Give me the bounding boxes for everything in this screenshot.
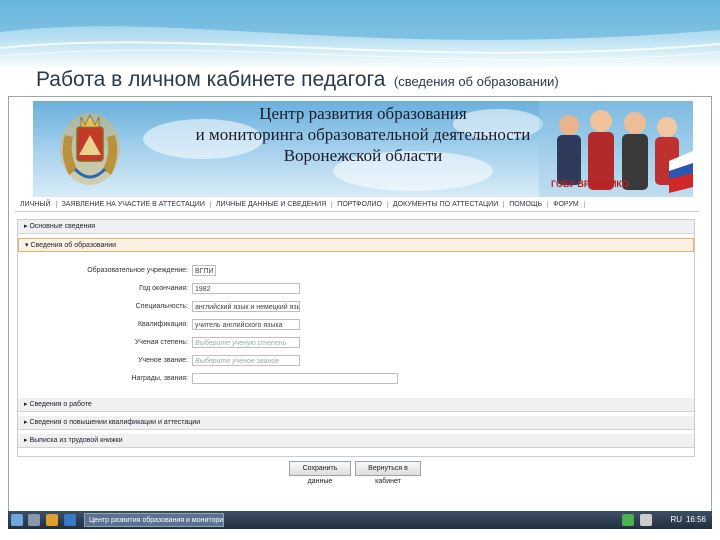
form-row-year: Год окончания: 1982 <box>18 282 694 296</box>
banner-line-1: Центр развития образования <box>259 104 467 123</box>
section-label: Сведения о повышении квалификации и атте… <box>29 419 201 426</box>
qualification-field[interactable]: учитель английского языка <box>192 319 300 330</box>
clock: 16:56 <box>685 515 706 524</box>
section-work[interactable]: ▸ Сведения о работе <box>18 398 694 412</box>
folder-icon[interactable] <box>46 514 58 526</box>
nav-item-portfolio[interactable]: ПОРТФОЛИО <box>332 200 388 208</box>
form-row-specialty: Специальность: английский язык и немецки… <box>18 300 694 314</box>
section-label: Основные сведения <box>29 223 96 230</box>
banner-line-3: Воронежской области <box>283 146 443 165</box>
language-indicator[interactable]: RU <box>670 515 682 524</box>
slide-title-main: Работа в личном кабинете педагога <box>36 68 386 91</box>
section-label: Сведения об образовании <box>30 242 117 249</box>
site-banner: Центр развития образования и мониторинга… <box>33 101 693 197</box>
top-navigation: ЛИЧНЫЙ ЗАЯВЛЕНИЕ НА УЧАСТИЕ В АТТЕСТАЦИИ… <box>15 197 699 212</box>
show-desktop-icon[interactable] <box>28 514 40 526</box>
nav-item-help[interactable]: ПОМОЩЬ <box>504 200 549 208</box>
section-qualification[interactable]: ▸ Сведения о повышении квалификации и ат… <box>18 416 694 430</box>
form-row-institution: Образовательное учреждение: ВГПИ <box>18 264 694 278</box>
taskbar-window-button[interactable]: Центр развития образования и мониторинга <box>84 513 224 527</box>
section-label: Выписка из трудовой книжки <box>29 437 123 444</box>
accordion-panel: ▸ Основные сведения ▾ Сведения об образо… <box>17 219 695 457</box>
os-taskbar: Центр развития образования и мониторинга… <box>8 511 712 529</box>
banner-line-2: и мониторинга образовательной деятельнос… <box>195 125 531 144</box>
form-row-title: Ученое звание: Выберите ученое звание <box>18 354 694 368</box>
start-icon[interactable] <box>11 514 23 526</box>
title-select[interactable]: Выберите ученое звание <box>192 355 300 366</box>
degree-select[interactable]: Выберите ученую степень <box>192 337 300 348</box>
slide-title: Работа в личном кабинете педагога (сведе… <box>36 68 716 94</box>
return-button[interactable]: Вернуться в кабинет <box>355 461 421 485</box>
nav-item-personal-data[interactable]: ЛИЧНЫЕ ДАННЫЕ И СВЕДЕНИЯ <box>211 200 333 208</box>
tray-volume-icon[interactable] <box>640 514 652 526</box>
qualification-label: Квалификация: <box>137 321 188 328</box>
institution-field[interactable]: ВГПИ <box>192 265 216 276</box>
awards-field[interactable] <box>192 373 398 384</box>
section-label: Сведения о работе <box>29 401 92 408</box>
nav-item-personal[interactable]: ЛИЧНЫЙ <box>15 200 57 208</box>
banner-text: Центр развития образования и мониторинга… <box>173 103 553 166</box>
year-label: Год окончания: <box>139 285 188 292</box>
section-employment-record[interactable]: ▸ Выписка из трудовой книжки <box>18 434 694 448</box>
specialty-label: Специальность: <box>135 303 188 310</box>
title-label: Ученое звание: <box>138 357 188 364</box>
browser-screenshot: Центр развития образования и мониторинга… <box>8 96 712 512</box>
year-field[interactable]: 1982 <box>192 283 300 294</box>
slide-title-subtitle: (сведения об образовании) <box>393 74 559 89</box>
nav-item-forum[interactable]: ФОРУМ <box>548 200 585 208</box>
slide-header-decoration <box>0 0 720 70</box>
form-row-awards: Награды, звания: <box>18 372 694 386</box>
nav-item-application[interactable]: ЗАЯВЛЕНИЕ НА УЧАСТИЕ В АТТЕСТАЦИИ <box>57 200 211 208</box>
voronezh-emblem-icon <box>60 113 120 185</box>
nav-item-documents[interactable]: ДОКУМЕНТЫ ПО АТТЕСТАЦИИ <box>388 200 505 208</box>
institution-label: Образовательное учреждение: <box>87 267 188 274</box>
form-row-degree: Ученая степень: Выберите ученую степень <box>18 336 694 350</box>
degree-label: Ученая степень: <box>134 339 188 346</box>
form-row-qualification: Квалификация: учитель английского языка <box>18 318 694 332</box>
awards-label: Награды, звания: <box>131 375 188 382</box>
section-basic-info[interactable]: ▸ Основные сведения <box>18 220 694 234</box>
section-education[interactable]: ▾ Сведения об образовании <box>18 238 694 252</box>
org-label: ГОБУ ВРЦОиМКО <box>551 179 629 189</box>
tray-network-icon[interactable] <box>622 514 634 526</box>
save-button[interactable]: Сохранить данные <box>289 461 351 485</box>
browser-icon[interactable] <box>64 514 76 526</box>
form-buttons: Сохранить данные Вернуться в кабинет <box>289 461 421 485</box>
specialty-field[interactable]: английский язык и немецкий язык <box>192 301 300 312</box>
